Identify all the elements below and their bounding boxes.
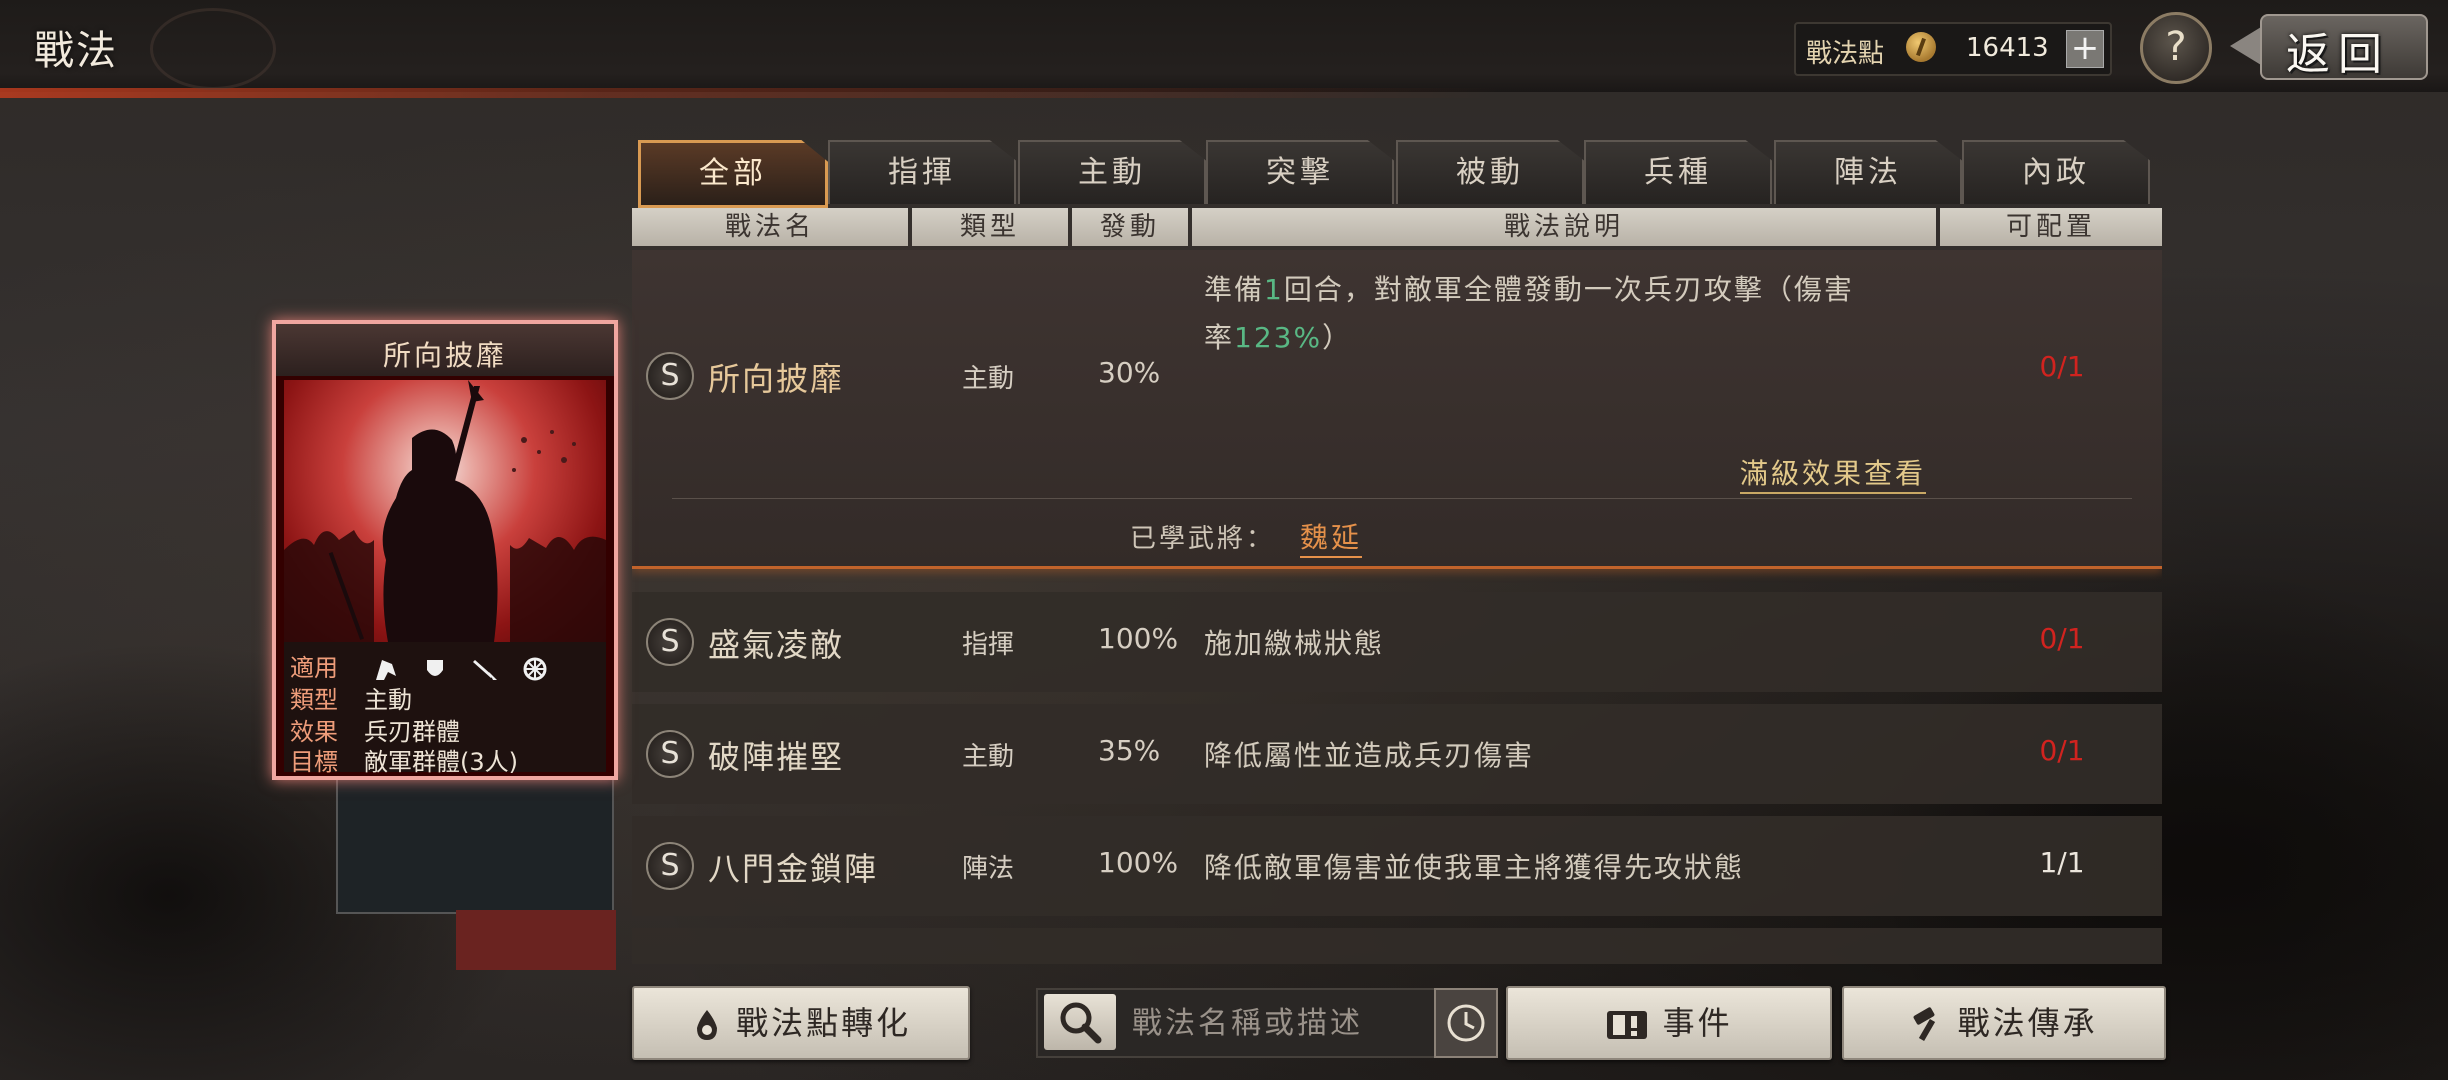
card-effect-row: 效果 兵刃群體: [290, 712, 460, 746]
rank-s-badge: S: [646, 730, 694, 778]
hammer-icon: [1913, 1007, 1936, 1042]
tactic-rate: 35%: [1098, 734, 1161, 767]
warrior-silhouette-art: [284, 380, 606, 642]
search-button[interactable]: [1044, 994, 1116, 1050]
tactic-description: 降低敵軍傷害並使我軍主將獲得先攻狀態: [1204, 851, 1745, 884]
card-type-row: 類型 主動: [290, 680, 412, 714]
tactic-type: 陣法: [962, 854, 1015, 884]
tactic-description: 施加繳械狀態: [1204, 627, 1385, 660]
tactic-points-coin-icon: [1906, 32, 1936, 62]
desc-number: 123%: [1234, 321, 1323, 354]
add-points-button[interactable]: +: [2066, 30, 2104, 68]
tab-internal-affairs[interactable]: 內政: [1962, 140, 2150, 204]
tab-assault[interactable]: 突擊: [1206, 140, 1394, 204]
row-divider: [672, 498, 2132, 499]
column-header-available[interactable]: 可配置: [1940, 208, 2162, 246]
tactic-rate: 30%: [1098, 356, 1161, 389]
history-button[interactable]: [1434, 988, 1498, 1058]
tactic-points-label: 戰法點: [1806, 39, 1885, 69]
convert-points-label: 戰法點轉化: [736, 1004, 912, 1042]
tactic-available-count: 0/1: [2039, 350, 2085, 383]
card-info-panel: 適用 類型 主動 效果 兵刃群體 目標 敵軍群體(3人): [284, 642, 606, 776]
events-button[interactable]: 事件: [1506, 986, 1832, 1060]
archer-icon: [472, 660, 497, 680]
column-header-name[interactable]: 戰法名: [632, 208, 908, 246]
page-title: 戰法: [34, 28, 118, 74]
card-stack-back: [336, 770, 614, 914]
tactic-points-display: 戰法點 16413 +: [1794, 22, 2112, 76]
card-stack-back: [456, 910, 616, 970]
flame-icon: [696, 1010, 717, 1040]
card-target-label: 目標: [290, 748, 338, 776]
back-button[interactable]: 返回: [2230, 10, 2434, 82]
swirl-ornament: [150, 8, 276, 90]
tactic-row[interactable]: S 盛氣凌敵 指揮 100% 施加繳械狀態 0/1: [632, 592, 2162, 692]
search-bar: [1036, 988, 1476, 1058]
search-input[interactable]: [1130, 998, 1464, 1048]
tactic-card: 所向披靡 適用 類型 主動 效果 兵刃群體 目標 敵軍群體(3人): [272, 320, 618, 780]
tactic-available-count: 1/1: [2039, 846, 2085, 879]
events-label: 事件: [1662, 1004, 1733, 1042]
tactic-row[interactable]: S 破陣摧堅 主動 35% 降低屬性並造成兵刃傷害 0/1: [632, 704, 2162, 804]
search-icon: [1060, 1002, 1102, 1044]
tactic-description: 準備1回合，對敵軍全體發動一次兵刃攻擊（傷害 率123%）: [1204, 266, 1904, 362]
tab-formation[interactable]: 陣法: [1774, 140, 1962, 204]
tactic-name: 盛氣凌敵: [708, 626, 845, 664]
tab-active[interactable]: 主動: [1018, 140, 1206, 204]
desc-text: 準備: [1204, 273, 1265, 306]
top-bar-glow: [0, 88, 1500, 98]
tactic-rate: 100%: [1098, 846, 1179, 879]
learned-general-link[interactable]: 魏延: [1300, 516, 1363, 558]
rank-s-badge: S: [646, 842, 694, 890]
shield-icon: [427, 660, 444, 676]
max-level-effect-link[interactable]: 滿級效果查看: [1740, 452, 1927, 494]
desc-text: ）: [1322, 321, 1353, 354]
tactic-points-value: 16413: [1966, 33, 2049, 63]
column-header-type[interactable]: 類型: [912, 208, 1068, 246]
card-title: 所向披靡: [382, 339, 507, 372]
help-button[interactable]: ?: [2140, 12, 2212, 84]
tactic-rate: 100%: [1098, 622, 1179, 655]
tactic-type: 主動: [962, 742, 1015, 772]
card-artwork: [284, 380, 606, 642]
rank-s-badge: S: [646, 618, 694, 666]
tactic-name: 八門金鎖陣: [708, 850, 879, 888]
tab-troop-type[interactable]: 兵種: [1584, 140, 1772, 204]
desc-text: 率: [1204, 321, 1235, 354]
tactic-name: 破陣摧堅: [708, 738, 845, 776]
card-type-label: 類型: [290, 686, 338, 714]
tactic-available-count: 0/1: [2039, 734, 2085, 767]
tactic-available-count: 0/1: [2039, 622, 2085, 655]
desc-number: 1: [1264, 273, 1284, 306]
card-target-value: 敵軍群體(3人): [364, 748, 518, 776]
tab-passive[interactable]: 被動: [1396, 140, 1584, 204]
learned-generals-label: 已學武將：: [1130, 524, 1276, 554]
rank-s-badge: S: [646, 352, 694, 400]
tactic-type: 主動: [962, 364, 1015, 394]
tactic-name: 所向披靡: [708, 360, 845, 398]
back-button-label: 返回: [2286, 29, 2390, 80]
tab-all[interactable]: 全部: [638, 140, 828, 208]
inherit-tactic-button[interactable]: 戰法傳承: [1842, 986, 2166, 1060]
siege-wheel-icon: [523, 657, 547, 681]
convert-points-button[interactable]: 戰法點轉化: [632, 986, 970, 1060]
tactics-list[interactable]: S 所向披靡 主動 30% 準備1回合，對敵軍全體發動一次兵刃攻擊（傷害 率12…: [632, 250, 2162, 964]
tab-command[interactable]: 指揮: [828, 140, 1016, 204]
desc-text: 回合，對敵軍全體發動一次兵刃攻擊（傷害: [1283, 273, 1854, 306]
event-book-icon: [1607, 1011, 1648, 1039]
card-target-row: 目標 敵軍群體(3人): [290, 742, 518, 776]
tactic-row[interactable]: S 八門金鎖陣 陣法 100% 降低敵軍傷害並使我軍主將獲得先攻狀態 1/1: [632, 816, 2162, 916]
clock-icon: [1447, 1004, 1485, 1042]
card-applies-label: 適用: [290, 654, 338, 682]
tactic-description: 降低屬性並造成兵刃傷害: [1204, 739, 1535, 772]
tactic-row-expanded[interactable]: S 所向披靡 主動 30% 準備1回合，對敵軍全體發動一次兵刃攻擊（傷害 率12…: [632, 250, 2162, 569]
tactic-row-partial[interactable]: [632, 928, 2162, 964]
card-type-value: 主動: [364, 686, 412, 714]
card-applies-row: 適用: [290, 648, 563, 682]
inherit-tactic-label: 戰法傳承: [1957, 1004, 2098, 1042]
cavalry-icon: [375, 660, 396, 680]
tactic-type: 指揮: [962, 630, 1015, 660]
column-header-trigger[interactable]: 發動: [1072, 208, 1188, 246]
column-header-description: 戰法說明: [1192, 208, 1936, 246]
